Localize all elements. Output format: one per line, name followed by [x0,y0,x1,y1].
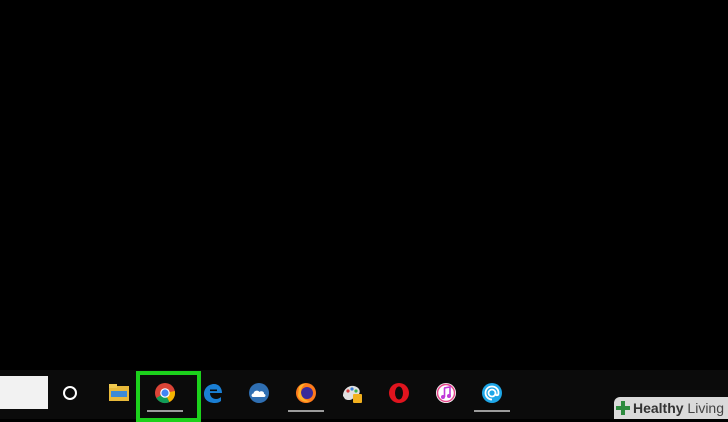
onedrive-button[interactable] [237,370,281,415]
edge-icon [204,384,222,403]
active-indicator [474,410,510,412]
plus-cross-icon [615,401,630,415]
firefox-button[interactable] [284,370,328,415]
file-explorer-button[interactable] [97,370,141,415]
opera-icon [389,383,409,403]
opera-button[interactable] [377,370,421,415]
active-indicator [288,410,324,412]
onedrive-icon [249,383,269,403]
file-explorer-icon [109,384,129,401]
mail-icon [482,383,502,403]
search-input[interactable] [0,376,48,409]
desktop-area[interactable] [0,0,728,370]
watermark-logo: Healthy Living [613,397,728,419]
firefox-icon [296,383,316,403]
paint-icon [343,385,362,403]
cortana-icon[interactable] [63,386,77,400]
edge-button[interactable] [190,370,234,415]
itunes-button[interactable] [424,370,468,415]
watermark-brand-rest: Living [683,400,724,416]
watermark-text: Healthy Living [633,400,724,416]
mail-button[interactable] [470,370,514,415]
paint-button[interactable] [330,370,374,415]
itunes-icon [436,383,456,403]
watermark-brand-bold: Healthy [632,400,684,416]
